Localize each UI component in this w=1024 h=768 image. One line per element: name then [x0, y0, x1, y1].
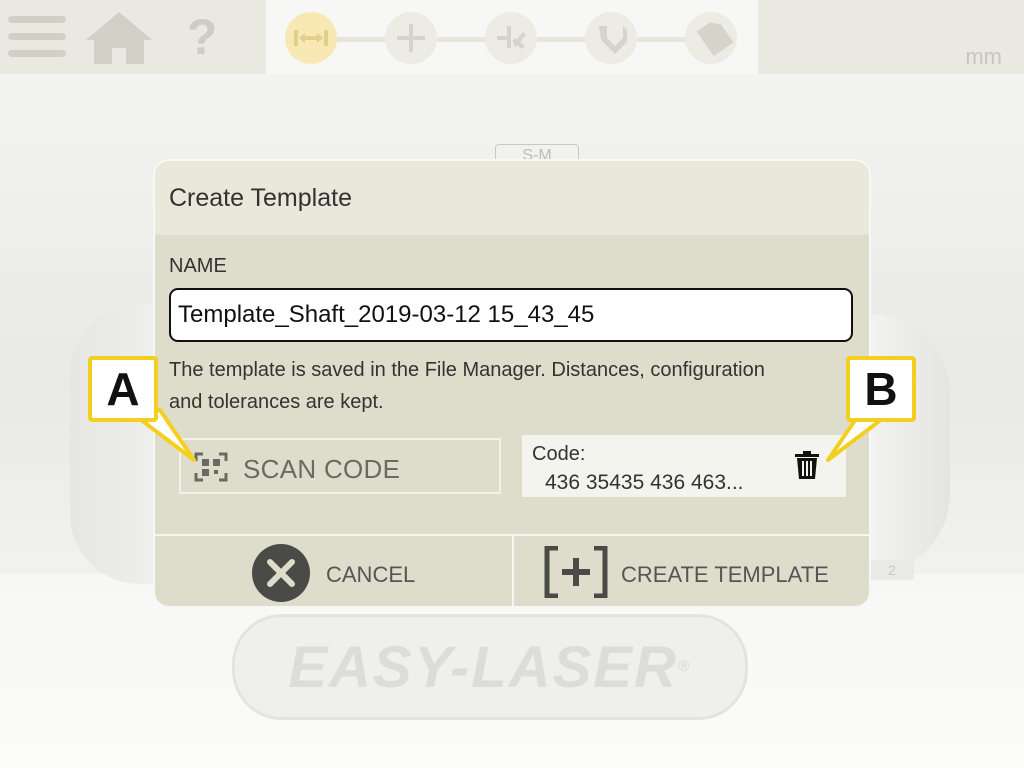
workflow-steps	[266, 0, 758, 74]
trash-icon[interactable]	[794, 450, 820, 480]
easy-laser-logo: EASY-LASER ®	[232, 614, 748, 720]
step-distance[interactable]	[285, 12, 337, 64]
scan-code-button[interactable]: SCAN CODE	[179, 438, 501, 494]
save-icon	[696, 22, 734, 57]
code-value: 436 35435 436 463...	[545, 471, 744, 494]
create-template-button[interactable]: CREATE TEMPLATE	[514, 536, 869, 606]
sensor-tag-2: 2	[870, 560, 914, 580]
distance-icon	[294, 30, 328, 46]
logo-text: EASY-LASER	[288, 634, 678, 700]
wrench-icon	[599, 26, 627, 54]
unit-label: mm	[965, 44, 1002, 69]
code-box: Code: 436 35435 436 463...	[522, 435, 846, 497]
step-save[interactable]	[685, 12, 737, 64]
cancel-label: CANCEL	[326, 562, 416, 587]
cancel-icon	[252, 544, 310, 602]
scan-code-label: SCAN CODE	[243, 454, 401, 484]
help-icon[interactable]: ?	[182, 10, 222, 64]
cancel-button[interactable]: CANCEL	[155, 536, 512, 606]
template-name-input[interactable]	[169, 288, 853, 342]
add-bracket-icon	[544, 546, 608, 598]
menu-icon[interactable]	[8, 12, 66, 62]
step-adjust[interactable]	[585, 12, 637, 64]
code-label: Code:	[532, 443, 586, 465]
step-measure[interactable]	[385, 12, 437, 64]
registered-icon: ®	[677, 658, 692, 675]
callout-a: A	[88, 356, 158, 422]
callout-b: B	[846, 356, 916, 422]
info-line-2: and tolerances are kept.	[169, 391, 384, 413]
home-icon[interactable]	[84, 10, 154, 66]
top-bar: ? mm	[0, 0, 1024, 74]
dialog-title: Create Template	[169, 184, 352, 212]
name-label: NAME	[169, 255, 227, 277]
align-icon	[497, 26, 526, 49]
dialog-header: Create Template	[155, 161, 869, 235]
create-template-dialog: Create Template NAME The template is sav…	[155, 161, 869, 606]
info-text: The template is saved in the File Manage…	[169, 354, 849, 418]
step-align[interactable]	[485, 12, 537, 64]
info-line-1: The template is saved in the File Manage…	[169, 359, 765, 381]
crosshair-icon	[397, 24, 425, 52]
create-template-label: CREATE TEMPLATE	[621, 562, 829, 587]
dialog-buttons: CANCEL CREATE TEMPLATE	[155, 534, 869, 606]
